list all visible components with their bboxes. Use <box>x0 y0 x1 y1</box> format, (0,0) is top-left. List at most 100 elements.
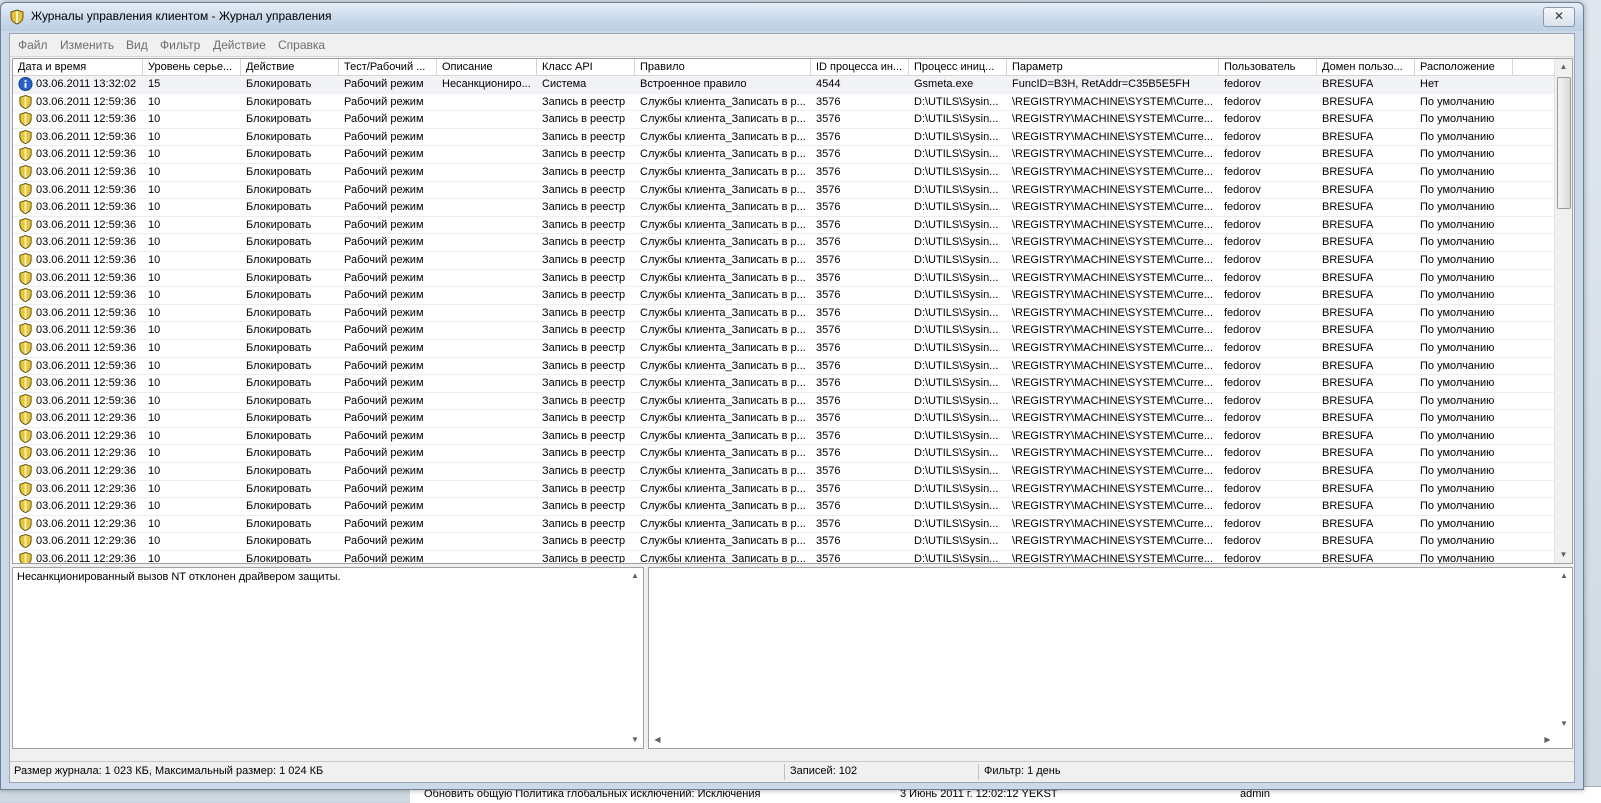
table-row[interactable]: 03.06.2011 12:29:36 10 Блокировать Рабочий … <box>13 551 1555 563</box>
cell-user: fedorov <box>1224 394 1261 407</box>
cell-process-id: 3576 <box>816 95 841 108</box>
scroll-up-arrow-icon[interactable]: ▲ <box>627 568 643 584</box>
table-row[interactable]: 03.06.2011 12:59:36 10 Блокировать Рабочий … <box>13 287 1555 305</box>
table-row[interactable]: 03.06.2011 13:32:02 15 Блокировать Рабочий … <box>13 76 1555 94</box>
scroll-down-arrow-icon[interactable]: ▼ <box>1556 716 1572 732</box>
table-row[interactable]: 03.06.2011 12:29:36 10 Блокировать Рабочий … <box>13 533 1555 552</box>
cell-description <box>437 287 537 303</box>
table-row[interactable]: 03.06.2011 12:59:36 10 Блокировать Рабочий … <box>13 252 1555 270</box>
column-header-rule[interactable]: Правило <box>635 59 811 75</box>
cell-parameter: \REGISTRY\MACHINE\SYSTEM\Curre... <box>1012 306 1213 319</box>
menu-view[interactable]: Вид <box>126 38 148 52</box>
table-row[interactable]: 03.06.2011 12:59:36 10 Блокировать Рабочий … <box>13 340 1555 358</box>
cell-severity: 10 <box>148 465 161 478</box>
event-description-text: Несанкционированный вызов NT отклонен др… <box>17 571 341 583</box>
title-bar[interactable]: Журналы управления клиентом - Журнал упр… <box>1 3 1583 31</box>
cell-datetime: 03.06.2011 12:29:36 <box>36 500 137 513</box>
table-row[interactable]: 03.06.2011 12:59:36 10 Блокировать Рабочий … <box>13 94 1555 112</box>
cell-severity: 10 <box>148 447 161 460</box>
scrollbar-thumb[interactable] <box>1557 77 1571 209</box>
column-header-mode[interactable]: Тест/Рабочий ... <box>339 59 437 75</box>
column-header-user[interactable]: Пользователь <box>1219 59 1317 75</box>
table-row[interactable]: 03.06.2011 12:59:36 10 Блокировать Рабочий … <box>13 129 1555 147</box>
column-header-action[interactable]: Действие <box>241 59 339 75</box>
table-row[interactable]: 03.06.2011 12:59:36 10 Блокировать Рабочий … <box>13 164 1555 182</box>
cell-mode: Рабочий режим <box>344 236 424 249</box>
menu-filter[interactable]: Фильтр <box>160 38 200 52</box>
cell-severity: 10 <box>148 165 161 178</box>
cell-severity: 10 <box>148 183 161 196</box>
column-header-location[interactable]: Расположение <box>1415 59 1513 75</box>
cell-datetime: 03.06.2011 12:59:36 <box>36 324 137 337</box>
cell-process-id: 3576 <box>816 306 841 319</box>
cell-process: D:\UTILS\Sysin... <box>914 253 999 266</box>
table-body[interactable]: 03.06.2011 13:32:02 15 Блокировать Рабочий … <box>13 76 1555 563</box>
table-row[interactable]: 03.06.2011 12:29:36 10 Блокировать Рабочий … <box>13 445 1555 464</box>
details-vertical-scrollbar[interactable]: ▲ ▼ <box>1556 568 1572 732</box>
table-row[interactable]: 03.06.2011 12:59:36 10 Блокировать Рабочий … <box>13 182 1555 200</box>
table-row[interactable]: 03.06.2011 12:59:36 10 Блокировать Рабочий … <box>13 146 1555 164</box>
cell-rule: Службы клиента_Записать в р... <box>640 394 806 407</box>
column-header-process[interactable]: Процесс иниц... <box>909 59 1007 75</box>
column-header-domain[interactable]: Домен пользо... <box>1317 59 1415 75</box>
table-row[interactable]: 03.06.2011 12:59:36 10 Блокировать Рабочий … <box>13 111 1555 129</box>
menu-action[interactable]: Действие <box>213 38 266 52</box>
cell-action: Блокировать <box>246 324 312 337</box>
table-row[interactable]: 03.06.2011 12:29:36 10 Блокировать Рабочий … <box>13 428 1555 446</box>
table-row[interactable]: 03.06.2011 12:29:36 10 Блокировать Рабочий … <box>13 410 1555 428</box>
cell-api-class: Запись в реестр <box>542 377 626 390</box>
table-row[interactable]: 03.06.2011 12:59:36 10 Блокировать Рабочий … <box>13 199 1555 217</box>
cell-parameter: \REGISTRY\MACHINE\SYSTEM\Curre... <box>1012 341 1213 354</box>
menu-help[interactable]: Справка <box>278 38 325 52</box>
cell-description <box>437 129 537 145</box>
close-button[interactable]: ✕ <box>1543 7 1575 27</box>
table-row[interactable]: 03.06.2011 12:59:36 10 Блокировать Рабочий … <box>13 234 1555 252</box>
details-horizontal-scrollbar[interactable]: ◀ ▶ <box>649 732 1556 748</box>
cell-rule: Службы клиента_Записать в р... <box>640 553 806 563</box>
menu-file[interactable]: Файл <box>18 38 48 52</box>
cell-mode: Рабочий режим <box>344 341 424 354</box>
description-vertical-scrollbar[interactable]: ▲ ▼ <box>627 568 643 748</box>
menu-edit[interactable]: Изменить <box>60 38 114 52</box>
table-row[interactable]: 03.06.2011 12:59:36 10 Блокировать Рабочий … <box>13 305 1555 323</box>
table-vertical-scrollbar[interactable]: ▲ ▼ <box>1554 59 1572 563</box>
table-row[interactable]: 03.06.2011 12:59:36 10 Блокировать Рабочий … <box>13 393 1555 411</box>
scroll-left-arrow-icon[interactable]: ◀ <box>649 732 666 748</box>
table-row[interactable]: 03.06.2011 12:59:36 10 Блокировать Рабочий … <box>13 358 1555 376</box>
table-row[interactable]: 03.06.2011 12:29:36 10 Блокировать Рабочий … <box>13 498 1555 516</box>
scroll-up-arrow-icon[interactable]: ▲ <box>1555 59 1572 75</box>
cell-location: По умолчанию <box>1420 165 1495 178</box>
cell-datetime: 03.06.2011 12:59:36 <box>36 183 137 196</box>
cell-api-class: Запись в реестр <box>542 447 626 460</box>
column-header-severity[interactable]: Уровень серье... <box>143 59 241 75</box>
table-row[interactable]: 03.06.2011 12:29:36 10 Блокировать Рабочий … <box>13 463 1555 481</box>
table-row[interactable]: 03.06.2011 12:59:36 10 Блокировать Рабочий … <box>13 322 1555 340</box>
column-header-api-class[interactable]: Класс API <box>537 59 635 75</box>
table-row[interactable]: 03.06.2011 12:59:36 10 Блокировать Рабочий … <box>13 375 1555 393</box>
column-header-parameter[interactable]: Параметр <box>1007 59 1219 75</box>
event-details-pane[interactable]: ▲ ▼ ◀ ▶ <box>648 567 1573 749</box>
cell-severity: 10 <box>148 553 161 563</box>
column-header-description[interactable]: Описание <box>437 59 537 75</box>
cell-location: По умолчанию <box>1420 553 1495 563</box>
scroll-up-arrow-icon[interactable]: ▲ <box>1556 568 1572 584</box>
log-table[interactable]: Дата и время Уровень серье... Действие Тест… <box>12 58 1573 564</box>
table-row[interactable]: 03.06.2011 12:59:36 10 Блокировать Рабочий … <box>13 270 1555 288</box>
cell-datetime: 03.06.2011 12:59:36 <box>36 130 137 143</box>
scroll-right-arrow-icon[interactable]: ▶ <box>1539 732 1556 748</box>
cell-description <box>437 410 537 426</box>
column-header-datetime[interactable]: Дата и время <box>13 59 143 75</box>
cell-parameter: \REGISTRY\MACHINE\SYSTEM\Curre... <box>1012 377 1213 390</box>
table-row[interactable]: 03.06.2011 12:59:36 10 Блокировать Рабочий … <box>13 217 1555 235</box>
event-description-pane[interactable]: Несанкционированный вызов NT отклонен др… <box>12 567 644 749</box>
scroll-down-arrow-icon[interactable]: ▼ <box>1555 547 1572 563</box>
cell-process: D:\UTILS\Sysin... <box>914 412 999 425</box>
table-row[interactable]: 03.06.2011 12:29:36 10 Блокировать Рабочий … <box>13 516 1555 534</box>
table-row[interactable]: 03.06.2011 12:29:36 10 Блокировать Рабочий … <box>13 481 1555 499</box>
cell-action: Блокировать <box>246 289 312 302</box>
cell-description <box>437 498 537 514</box>
cell-user: fedorov <box>1224 236 1261 249</box>
scroll-down-arrow-icon[interactable]: ▼ <box>627 732 643 748</box>
cell-rule: Службы клиента_Записать в р... <box>640 201 806 214</box>
column-header-process-id[interactable]: ID процесса ин... <box>811 59 909 75</box>
